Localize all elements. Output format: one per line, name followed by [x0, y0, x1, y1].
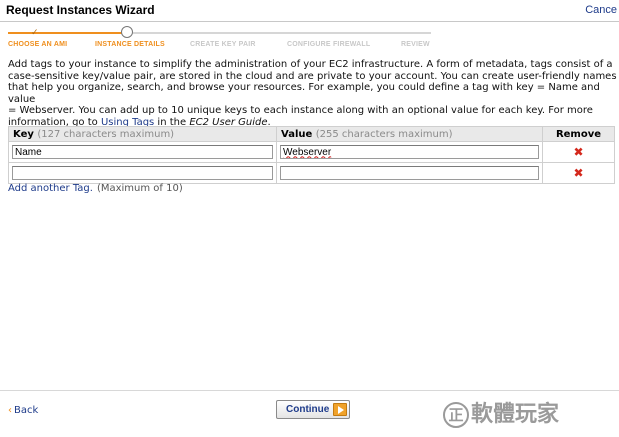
remove-column-header: Remove — [542, 126, 615, 142]
tag-key-input[interactable] — [12, 166, 273, 180]
value-header-label: Value — [281, 128, 313, 140]
arrow-right-icon — [333, 403, 347, 416]
description-line: case-sensitive key/value pair, are store… — [8, 70, 617, 82]
table-row: ✖ — [8, 141, 615, 163]
value-header-hint: (255 characters maximum) — [315, 128, 453, 140]
key-cell — [8, 141, 277, 163]
remove-tag-icon[interactable]: ✖ — [573, 166, 583, 180]
add-tag-row: Add another Tag. (Maximum of 10) — [8, 183, 183, 194]
tag-key-input[interactable] — [12, 145, 273, 159]
progress-track-done — [8, 32, 126, 34]
description-line: = Webserver. You can add up to 10 unique… — [8, 105, 593, 116]
tag-value-input[interactable] — [280, 145, 539, 159]
max-tags-note: (Maximum of 10) — [96, 183, 183, 194]
continue-button[interactable]: Continue — [276, 400, 350, 419]
cancel-link[interactable]: Cance — [585, 4, 617, 16]
watermark-logo: 正軟體玩家 — [443, 396, 617, 432]
remove-cell: ✖ — [542, 141, 615, 163]
watermark-circle: 正 — [443, 402, 469, 428]
tags-description: Add tags to your instance to simplify th… — [8, 59, 618, 128]
description-line: that help you organize, search, and brow… — [8, 82, 600, 105]
step-choose-ami: CHOOSE AN AMI — [8, 41, 68, 48]
progress-track-todo — [131, 32, 431, 34]
step-configure-firewall: CONFIGURE FIREWALL — [287, 41, 371, 48]
wizard-title: Request Instances Wizard — [6, 3, 155, 17]
key-header-hint: (127 characters maximum) — [37, 128, 175, 140]
key-cell — [8, 162, 277, 184]
add-another-tag-link[interactable]: Add another Tag. — [8, 183, 93, 194]
wizard-titlebar: Request Instances Wizard Cance — [0, 0, 619, 22]
table-row: ✖ — [8, 162, 615, 184]
wizard-progress: ✓ CHOOSE AN AMI INSTANCE DETAILS CREATE … — [0, 22, 619, 56]
chevron-left-icon: ‹ — [8, 405, 12, 416]
step-create-key-pair: CREATE KEY PAIR — [190, 41, 256, 48]
key-column-header: Key (127 characters maximum) — [8, 126, 277, 142]
back-label: Back — [14, 405, 39, 416]
step-review: REVIEW — [401, 41, 430, 48]
current-step-knob-icon — [121, 26, 133, 38]
check-icon: ✓ — [31, 28, 39, 38]
tag-value-input[interactable] — [280, 166, 539, 180]
table-header-row: Key (127 characters maximum) Value (255 … — [8, 126, 615, 142]
continue-label: Continue — [286, 404, 330, 415]
description-line: Add tags to your instance to simplify th… — [8, 59, 613, 70]
remove-tag-icon[interactable]: ✖ — [573, 145, 583, 159]
remove-cell: ✖ — [542, 162, 615, 184]
back-link[interactable]: ‹ Back — [8, 405, 38, 416]
value-cell — [276, 141, 543, 163]
tags-table: Key (127 characters maximum) Value (255 … — [8, 126, 615, 184]
key-header-label: Key — [13, 128, 34, 140]
value-column-header: Value (255 characters maximum) — [276, 126, 543, 142]
step-instance-details: INSTANCE DETAILS — [95, 41, 165, 48]
watermark-text: 軟體玩家 — [471, 401, 560, 427]
value-cell — [276, 162, 543, 184]
